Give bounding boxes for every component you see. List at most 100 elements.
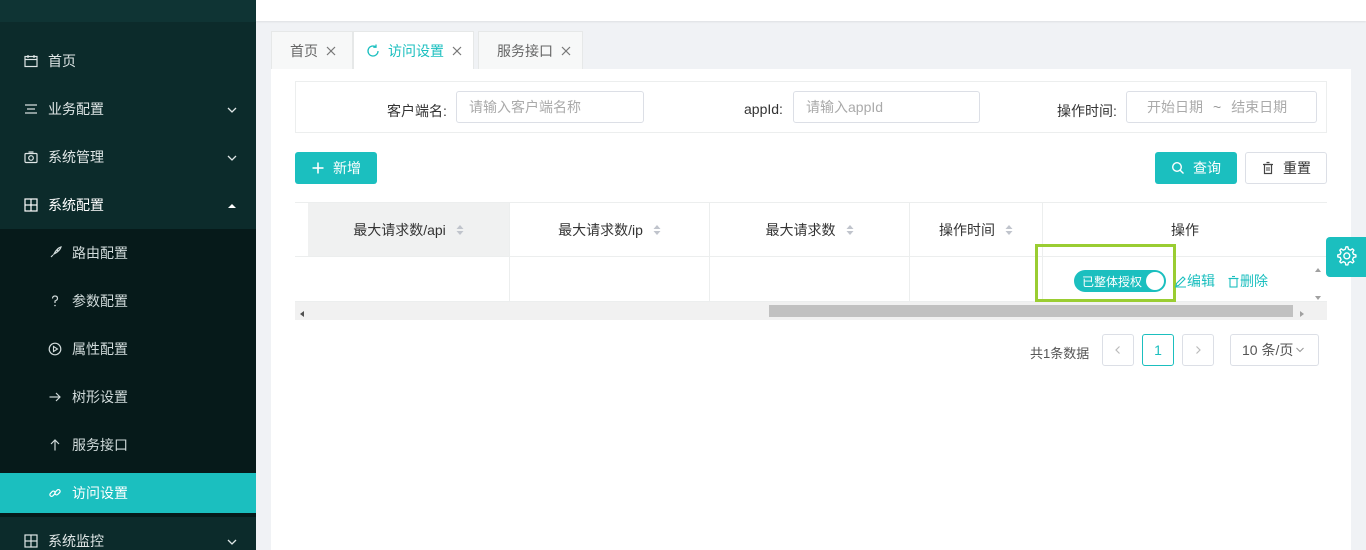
play-circle-icon — [47, 341, 63, 357]
column-max-requests-ip[interactable]: 最大请求数/ip — [510, 203, 710, 257]
sidebar-item-access-settings[interactable]: 访问设置 — [0, 473, 256, 513]
sort-icon[interactable] — [456, 224, 464, 236]
edit-icon — [1174, 275, 1187, 288]
column-label: 操作 — [1171, 221, 1199, 238]
camera-icon — [23, 149, 39, 165]
table-cell — [308, 257, 510, 302]
trash-icon — [1261, 161, 1275, 175]
calendar-icon — [23, 53, 39, 69]
sidebar-item-label: 树形设置 — [72, 389, 128, 405]
table-header-cell — [295, 203, 308, 257]
column-operation-time[interactable]: 操作时间 — [910, 203, 1043, 257]
sidebar-item-label: 属性配置 — [72, 341, 128, 357]
sidebar-item-label: 访问设置 — [72, 485, 128, 501]
time-label: 操作时间: — [1057, 103, 1117, 119]
start-date-placeholder[interactable]: 开始日期 — [1147, 97, 1203, 117]
top-header — [256, 0, 1366, 21]
column-max-requests-api[interactable]: 最大请求数/api — [308, 203, 510, 257]
close-icon[interactable] — [326, 46, 336, 56]
client-name-placeholder: 请输入客户端名称 — [469, 99, 581, 115]
tab-access-settings[interactable]: 访问设置 — [353, 31, 474, 69]
scrollbar-thumb[interactable] — [769, 305, 1293, 317]
grid-icon — [23, 197, 39, 213]
sidebar-item-attr-config[interactable]: 属性配置 — [0, 329, 256, 369]
sidebar-item-label: 路由配置 — [72, 245, 128, 261]
range-separator: ~ — [1213, 99, 1222, 115]
appid-label: appId: — [744, 101, 783, 117]
sidebar-item-label: 服务接口 — [72, 437, 128, 453]
settings-float-button[interactable] — [1326, 237, 1366, 277]
list-icon — [23, 101, 39, 117]
edit-label: 编辑 — [1187, 273, 1215, 289]
sort-icon[interactable] — [1005, 224, 1013, 236]
column-label: 操作时间 — [939, 221, 995, 238]
add-button[interactable]: 新增 — [295, 152, 377, 184]
page-1-button[interactable]: 1 — [1142, 334, 1174, 366]
horizontal-scrollbar[interactable] — [295, 302, 1327, 320]
sidebar-item-label: 首页 — [48, 53, 76, 69]
sidebar-logo-area — [0, 0, 256, 22]
rocket-icon — [47, 245, 63, 261]
page-size-select[interactable]: 10 条/页 — [1230, 334, 1319, 366]
page-size-value: 10 条/页 — [1242, 342, 1294, 358]
refresh-icon — [366, 44, 380, 58]
next-page-button[interactable] — [1182, 334, 1214, 366]
prev-page-button[interactable] — [1102, 334, 1134, 366]
chevron-down-icon — [226, 103, 238, 115]
chevron-down-icon — [226, 535, 238, 547]
delete-label: 删除 — [1240, 273, 1268, 289]
sort-icon[interactable] — [846, 224, 854, 236]
chevron-left-icon — [1113, 342, 1123, 358]
gear-icon — [1335, 245, 1357, 270]
sidebar-item-label: 系统配置 — [48, 197, 104, 213]
table-cell — [910, 257, 1043, 302]
end-date-placeholder[interactable]: 结束日期 — [1231, 97, 1287, 117]
sidebar: 首页 业务配置 系统管理 系统配置 路由配置 参数配置 属性配置 树形设置 服务… — [0, 0, 256, 550]
scroll-right-arrow[interactable] — [1298, 306, 1306, 322]
main-content: 客户端名: 请输入客户端名称 appId: 请输入appId 操作时间: 开始日… — [271, 69, 1351, 550]
tab-home[interactable]: 首页 — [271, 31, 353, 69]
query-button[interactable]: 查询 — [1155, 152, 1237, 184]
plus-icon — [311, 161, 325, 175]
sidebar-item-system-config[interactable]: 系统配置 — [0, 181, 256, 229]
sidebar-item-label: 系统监控 — [48, 533, 104, 549]
sidebar-item-label: 业务配置 — [48, 101, 104, 117]
delete-link[interactable]: 删除 — [1227, 271, 1268, 291]
sidebar-item-tree-settings[interactable]: 树形设置 — [0, 377, 256, 417]
scroll-up-arrow[interactable] — [1313, 261, 1323, 272]
page-number: 1 — [1154, 342, 1162, 358]
sidebar-item-label: 参数配置 — [72, 293, 128, 309]
table-cell — [295, 257, 308, 302]
column-max-requests[interactable]: 最大请求数 — [710, 203, 910, 257]
data-table: 最大请求数/api 最大请求数/ip 最大请求数 操作时间 操作 已整体授权 编… — [295, 202, 1327, 320]
query-button-label: 查询 — [1193, 160, 1221, 176]
sidebar-item-system-management[interactable]: 系统管理 — [0, 133, 256, 181]
filter-bar: 客户端名: 请输入客户端名称 appId: 请输入appId 操作时间: 开始日… — [295, 81, 1327, 133]
search-icon — [1171, 161, 1185, 175]
sidebar-item-param-config[interactable]: 参数配置 — [0, 281, 256, 321]
sort-icon[interactable] — [653, 224, 661, 236]
scroll-left-arrow[interactable] — [298, 306, 306, 322]
column-label: 最大请求数 — [765, 221, 836, 238]
column-label: 最大请求数/api — [353, 221, 446, 238]
edit-link[interactable]: 编辑 — [1174, 271, 1215, 291]
close-icon[interactable] — [452, 46, 462, 56]
sidebar-item-route-config[interactable]: 路由配置 — [0, 233, 256, 273]
trash-icon — [1227, 275, 1240, 288]
sidebar-item-business-config[interactable]: 业务配置 — [0, 85, 256, 133]
close-icon[interactable] — [561, 46, 571, 56]
client-name-input[interactable]: 请输入客户端名称 — [456, 91, 644, 123]
tab-service-api[interactable]: 服务接口 — [478, 31, 583, 69]
reset-button[interactable]: 重置 — [1245, 152, 1327, 184]
chevron-down-icon — [1295, 345, 1305, 355]
column-label: 最大请求数/ip — [558, 221, 643, 238]
date-range-picker[interactable]: 开始日期 ~ 结束日期 — [1126, 91, 1317, 123]
scroll-down-arrow[interactable] — [1313, 289, 1323, 300]
sidebar-item-label: 系统管理 — [48, 149, 104, 165]
chevron-up-icon — [226, 199, 238, 211]
sidebar-item-home[interactable]: 首页 — [0, 37, 256, 85]
appid-input[interactable]: 请输入appId — [793, 91, 980, 123]
sidebar-item-service-api[interactable]: 服务接口 — [0, 425, 256, 465]
chevron-right-icon — [1193, 342, 1203, 358]
sidebar-item-system-monitor[interactable]: 系统监控 — [0, 517, 256, 550]
